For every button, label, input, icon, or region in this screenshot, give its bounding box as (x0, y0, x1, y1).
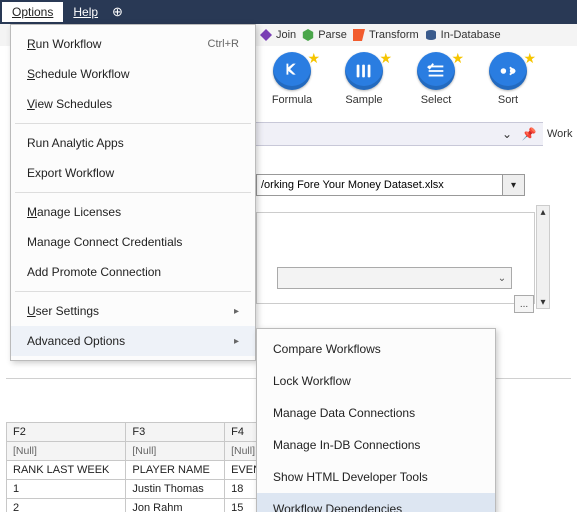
table-header-row: F2 F3 F4 (7, 423, 272, 442)
inner-combo[interactable]: ⌄ (277, 267, 512, 289)
browse-button[interactable]: ... (514, 295, 534, 313)
tool-ribbon: ★ Formula ★ Sample ★ Select ★ Sort (256, 46, 577, 116)
table-row[interactable]: 1 Justin Thomas 18 (7, 480, 272, 499)
tool-sort[interactable]: ★ Sort (482, 52, 534, 116)
category-indatabase[interactable]: In-Database (425, 29, 501, 41)
transform-icon (353, 29, 365, 41)
database-icon (425, 29, 437, 41)
menu-run-analytic-apps[interactable]: Run Analytic Apps (11, 128, 255, 158)
menu-add-promote-connection[interactable]: Add Promote Connection (11, 257, 255, 287)
tool-select[interactable]: ★ Select (410, 52, 462, 116)
panel-header: ⌄ 📌 (256, 122, 543, 146)
table-row[interactable]: RANK LAST WEEK PLAYER NAME EVEN (7, 461, 272, 480)
category-parse[interactable]: Parse (302, 29, 347, 41)
menu-export-workflow[interactable]: Export Workflow (11, 158, 255, 188)
favorite-icon: ★ (379, 50, 392, 67)
menu-user-settings[interactable]: User Settings User Settings ▸ (11, 296, 255, 326)
col-header[interactable]: F3 (126, 423, 225, 442)
scroll-down-icon[interactable]: ▾ (538, 297, 548, 307)
null-label: [Null] (126, 442, 225, 461)
null-label: [Null] (7, 442, 126, 461)
menu-advanced-options[interactable]: Advanced Options ▸ (11, 326, 255, 356)
favorite-icon: ★ (523, 50, 536, 67)
join-icon (260, 29, 272, 41)
menubar: Options Help ⊕ (0, 0, 577, 24)
expand-icon[interactable]: ⌄ (497, 125, 517, 143)
file-path-dropdown-icon[interactable]: ▾ (503, 174, 525, 196)
right-panel-tab[interactable]: Work (543, 122, 577, 146)
favorite-icon: ★ (451, 50, 464, 67)
file-path-combo[interactable]: ▾ (256, 174, 525, 196)
menu-separator (15, 192, 251, 193)
formula-icon (273, 52, 311, 90)
table-null-row: [Null] [Null] [Null] (7, 442, 272, 461)
scroll-up-icon[interactable]: ▴ (538, 207, 548, 217)
menu-separator (15, 291, 251, 292)
table-row[interactable]: 2 Jon Rahm 15 (7, 499, 272, 512)
sort-icon (489, 52, 527, 90)
menu-run-workflow[interactable]: RRun Workflowun Workflow Ctrl+R (11, 29, 255, 59)
scrollbar[interactable]: ▴ ▾ (536, 205, 550, 309)
menu-help[interactable]: Help (63, 2, 108, 22)
menu-separator (15, 123, 251, 124)
category-transform[interactable]: Transform (353, 29, 419, 41)
col-header[interactable]: F2 (7, 423, 126, 442)
favorite-icon: ★ (307, 50, 320, 67)
file-path-input[interactable] (256, 174, 503, 196)
tool-formula[interactable]: ★ Formula (266, 52, 318, 116)
submenu-lock-workflow[interactable]: Lock Workflow (257, 365, 495, 397)
select-icon (417, 52, 455, 90)
submenu-compare-workflows[interactable]: Compare Workflows (257, 333, 495, 365)
menu-options[interactable]: Options (2, 2, 63, 22)
chevron-right-icon: ▸ (234, 336, 239, 347)
tool-sample[interactable]: ★ Sample (338, 52, 390, 116)
sample-icon (345, 52, 383, 90)
pin-icon[interactable]: 📌 (519, 125, 539, 143)
advanced-options-submenu: Compare Workflows Lock Workflow Manage D… (256, 328, 496, 512)
parse-icon (302, 29, 314, 41)
category-join[interactable]: Join (260, 29, 296, 41)
data-table: F2 F3 F4 [Null] [Null] [Null] RANK LAST … (6, 422, 272, 512)
submenu-manage-indb-connections[interactable]: Manage In-DB Connections (257, 429, 495, 461)
submenu-show-html-developer-tools[interactable]: Show HTML Developer Tools (257, 461, 495, 493)
submenu-manage-data-connections[interactable]: Manage Data Connections (257, 397, 495, 429)
chevron-down-icon: ⌄ (493, 273, 511, 284)
submenu-workflow-dependencies[interactable]: Workflow Dependencies (257, 493, 495, 512)
chevron-right-icon: ▸ (234, 306, 239, 317)
menu-manage-connect-credentials[interactable]: Manage Connect Credentials (11, 227, 255, 257)
menu-schedule-workflow[interactable]: Schedule Workflow Schedule Workflow (11, 59, 255, 89)
menu-view-schedules[interactable]: View Schedules View Schedules (11, 89, 255, 119)
menu-manage-licenses[interactable]: Manage Licenses Manage Licenses (11, 197, 255, 227)
language-icon[interactable]: ⊕ (112, 4, 123, 20)
options-dropdown: RRun Workflowun Workflow Ctrl+R Schedule… (10, 24, 256, 361)
list-area: ⌄ ... ▴ ▾ (256, 212, 535, 304)
